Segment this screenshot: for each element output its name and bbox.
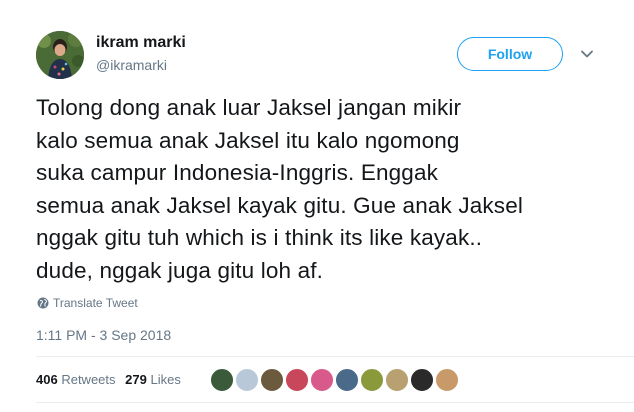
- likes-label: Likes: [150, 372, 181, 387]
- divider: [36, 402, 634, 403]
- globe-icon: [37, 297, 49, 309]
- tweet-card: ikram marki @ikramarki Follow Tolong don…: [0, 0, 634, 412]
- tweet-text: Tolong dong anak luar Jaksel jangan miki…: [36, 95, 524, 283]
- liker-avatar[interactable]: [260, 368, 284, 392]
- retweets-label: Retweets: [61, 372, 116, 387]
- likes-count: 279: [125, 372, 147, 387]
- liker-avatar[interactable]: [410, 368, 434, 392]
- liker-avatar[interactable]: [310, 368, 334, 392]
- liker-avatar[interactable]: [335, 368, 359, 392]
- liker-avatar[interactable]: [210, 368, 234, 392]
- liker-avatar[interactable]: [435, 368, 459, 392]
- divider: [36, 356, 634, 357]
- liker-avatar[interactable]: [235, 368, 259, 392]
- tweet-stats: 406 Retweets 279 Likes: [36, 372, 181, 387]
- avatar[interactable]: [36, 31, 84, 79]
- tweet-timestamp[interactable]: 1:11 PM - 3 Sep 2018: [36, 327, 171, 343]
- handle[interactable]: @ikramarki: [96, 57, 167, 73]
- follow-button[interactable]: Follow: [457, 37, 563, 71]
- translate-label: Translate Tweet: [53, 296, 138, 310]
- liker-avatar[interactable]: [360, 368, 384, 392]
- translate-tweet-link[interactable]: Translate Tweet: [37, 296, 138, 310]
- retweets-count: 406: [36, 372, 58, 387]
- retweets-stat[interactable]: 406 Retweets: [36, 372, 116, 387]
- liker-avatar[interactable]: [285, 368, 309, 392]
- liker-avatar[interactable]: [385, 368, 409, 392]
- display-name[interactable]: ikram marki: [96, 34, 186, 52]
- likes-stat[interactable]: 279 Likes: [125, 372, 181, 387]
- chevron-down-icon[interactable]: [580, 47, 594, 61]
